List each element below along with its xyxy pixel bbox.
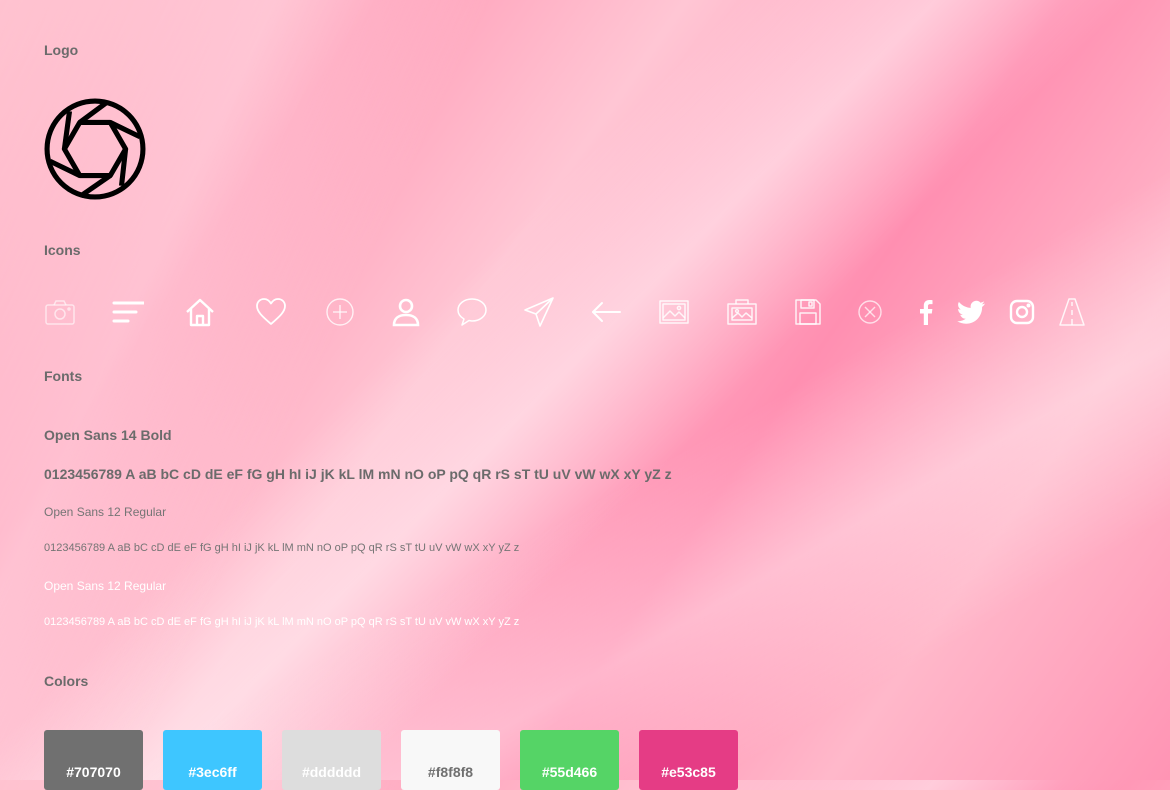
instagram-icon[interactable] <box>1006 296 1038 328</box>
icon-row <box>44 296 1104 330</box>
color-swatch-pink: #e53c85 <box>639 730 738 790</box>
camera-icon[interactable] <box>44 296 76 328</box>
color-swatch-green: #55d466 <box>520 730 619 790</box>
plus-circle-icon[interactable] <box>324 296 356 328</box>
font-regular-label-light: Open Sans 12 Regular <box>44 579 167 593</box>
facebook-icon[interactable] <box>910 296 942 328</box>
color-swatch-light-gray: #dddddd <box>282 730 381 790</box>
road-icon[interactable] <box>1056 296 1088 328</box>
twitter-icon[interactable] <box>955 296 987 328</box>
photo-camera-icon[interactable] <box>726 296 758 328</box>
font-bold-sample: 0123456789 A aB bC cD dE eF fG gH hI iJ … <box>44 466 672 482</box>
image-icon[interactable] <box>658 296 690 328</box>
send-icon[interactable] <box>523 296 555 328</box>
font-regular-label-dark: Open Sans 12 Regular <box>44 505 167 519</box>
color-swatch-gray: #707070 <box>44 730 143 790</box>
chat-bubble-icon[interactable] <box>456 296 488 328</box>
font-bold-label: Open Sans 14 Bold <box>44 427 172 443</box>
section-title-colors: Colors <box>44 673 89 689</box>
heart-icon[interactable] <box>255 296 287 328</box>
color-swatch-blue: #3ec6ff <box>163 730 262 790</box>
home-icon[interactable] <box>184 296 216 328</box>
section-title-icons: Icons <box>44 242 81 258</box>
save-icon[interactable] <box>792 296 824 328</box>
font-regular-sample-dark: 0123456789 A aB bC cD dE eF fG gH hI iJ … <box>44 542 520 554</box>
arrow-left-icon[interactable] <box>590 296 622 328</box>
shutter-logo-icon <box>44 98 146 200</box>
menu-icon[interactable] <box>112 296 144 328</box>
close-circle-icon[interactable] <box>854 296 886 328</box>
color-swatch-off-white: #f8f8f8 <box>401 730 500 790</box>
section-title-fonts: Fonts <box>44 368 83 384</box>
font-regular-sample-light: 0123456789 A aB bC cD dE eF fG gH hI iJ … <box>44 616 520 628</box>
user-icon[interactable] <box>390 296 422 328</box>
section-title-logo: Logo <box>44 42 79 58</box>
